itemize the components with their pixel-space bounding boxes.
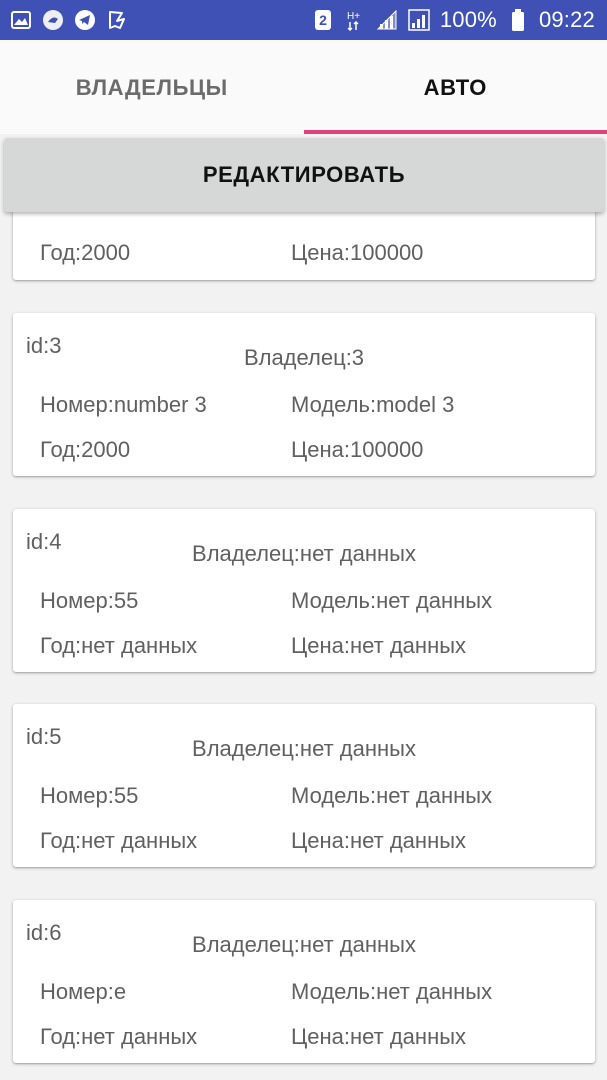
network-type-icon: H+ bbox=[344, 9, 366, 31]
app-icon bbox=[42, 9, 64, 31]
tab-cars[interactable]: АВТО bbox=[303, 40, 607, 134]
car-owner: Владелец:3 bbox=[243, 345, 365, 370]
battery-percent: 100% bbox=[439, 7, 497, 32]
car-year: Год:нет данных bbox=[40, 633, 198, 658]
clock: 09:22 bbox=[538, 7, 595, 32]
car-year: Год:2000 bbox=[40, 240, 131, 265]
car-number: Номер:55 bbox=[40, 783, 139, 808]
car-number: Номер:55 bbox=[40, 588, 139, 613]
car-model: Модель:нет данных bbox=[291, 783, 493, 808]
gallery-icon bbox=[10, 9, 32, 31]
car-model: Модель:нет данных bbox=[291, 979, 493, 1004]
car-model: Модель:model 3 bbox=[291, 392, 455, 417]
car-card[interactable]: id:3 Владелец:3 Номер:number 3 Модель:mo… bbox=[13, 313, 595, 476]
status-right-icons: 2 H+ 100% 09:22 bbox=[312, 7, 595, 33]
car-owner: Владелец:нет данных bbox=[192, 541, 416, 566]
car-price: Цена:нет данных bbox=[291, 1024, 467, 1049]
car-price: Цена:100000 bbox=[291, 437, 424, 462]
car-owner: Владелец:нет данных bbox=[192, 932, 416, 957]
car-list[interactable]: Год:2000 Цена:100000 id:3 Владелец:3 Ном… bbox=[0, 134, 607, 1080]
vk-icon bbox=[106, 9, 128, 31]
car-price: Цена:100000 bbox=[291, 240, 424, 265]
edit-button[interactable]: РЕДАКТИРОВАТЬ bbox=[4, 138, 604, 212]
car-card[interactable]: id:5 Владелец:нет данных Номер:55 Модель… bbox=[13, 704, 595, 867]
tab-bar: ВЛАДЕЛЬЦЫ АВТО bbox=[0, 40, 607, 134]
signal-icon bbox=[376, 9, 398, 31]
sim-badge-text: 2 bbox=[319, 12, 327, 28]
network-type-text: H+ bbox=[347, 11, 360, 22]
tab-owners[interactable]: ВЛАДЕЛЬЦЫ bbox=[0, 40, 304, 134]
car-number: Номер:number 3 bbox=[40, 392, 207, 417]
status-bar: 2 H+ 100% 09:22 bbox=[0, 0, 607, 40]
signal-icon-2 bbox=[408, 9, 430, 31]
car-price: Цена:нет данных bbox=[291, 633, 467, 658]
car-year: Год:нет данных bbox=[40, 1024, 198, 1049]
telegram-icon bbox=[74, 9, 96, 31]
status-left-icons bbox=[10, 9, 128, 31]
car-card[interactable]: id:4 Владелец:нет данных Номер:55 Модель… bbox=[13, 509, 595, 672]
car-year: Год:2000 bbox=[40, 437, 131, 462]
car-price: Цена:нет данных bbox=[291, 828, 467, 853]
battery-icon bbox=[507, 9, 529, 31]
car-model: Модель:нет данных bbox=[291, 588, 493, 613]
car-year: Год:нет данных bbox=[40, 828, 198, 853]
car-number: Номер:e bbox=[40, 979, 127, 1004]
car-card[interactable]: id:6 Владелец:нет данных Номер:e Модель:… bbox=[13, 900, 595, 1063]
tab-cars-label: АВТО bbox=[423, 75, 487, 100]
sim-badge-icon: 2 bbox=[312, 9, 334, 31]
car-owner: Владелец:нет данных bbox=[192, 736, 416, 761]
